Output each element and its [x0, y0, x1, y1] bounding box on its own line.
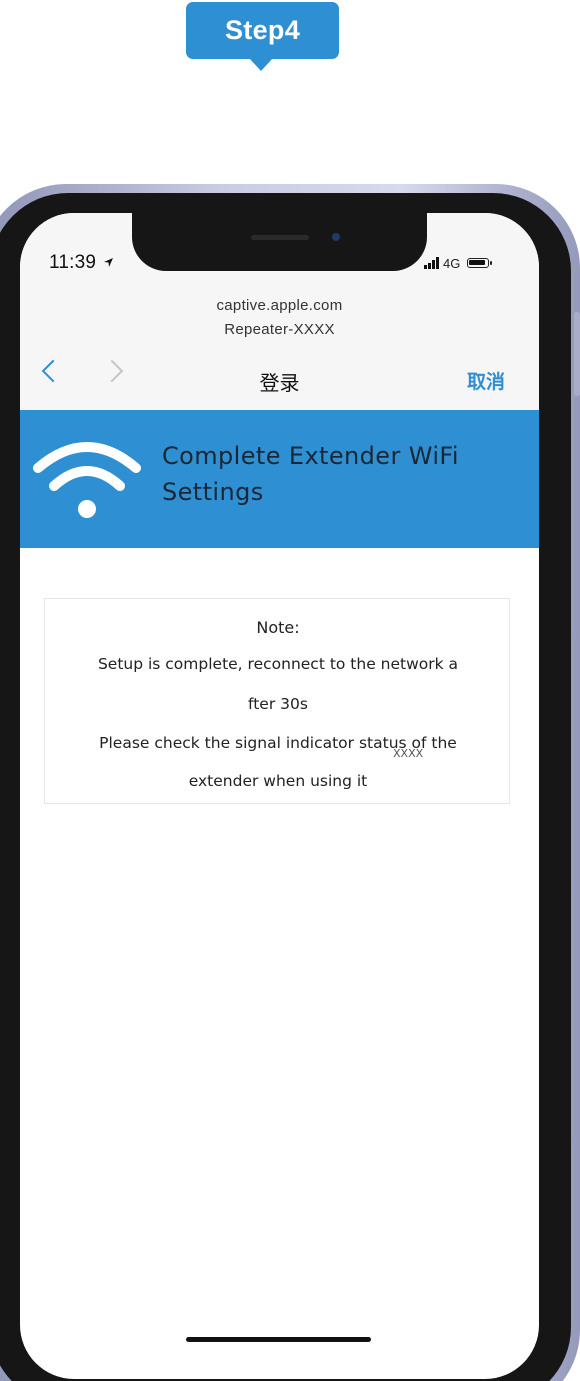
note-line: fter 30s	[248, 695, 308, 713]
side-button	[574, 312, 580, 396]
location-arrow-icon	[103, 258, 113, 268]
step-badge: Step4	[186, 2, 339, 59]
cancel-button[interactable]: 取消	[467, 367, 505, 394]
page-title: 登录	[259, 371, 300, 395]
note-line: Setup is complete, reconnect to the netw…	[97, 655, 459, 673]
network-type: 4G	[443, 255, 461, 271]
note-line: Please check the signal indicator status…	[99, 734, 457, 752]
status-time-text: 11:39	[49, 252, 97, 273]
banner-title: Complete Extender WiFi Settings	[162, 442, 459, 506]
notch	[132, 213, 427, 271]
phone-screen: 11:39 4G captive.apple.com Repeater-XXXX…	[20, 213, 539, 1379]
home-indicator[interactable]	[186, 1337, 371, 1342]
page: Step4 11:39 4G captive.apple.com Repeate…	[0, 0, 580, 1381]
speaker-grille	[251, 235, 309, 240]
status-indicators: 4G	[424, 254, 493, 272]
front-camera	[332, 233, 340, 241]
note-title: Note:	[256, 618, 300, 637]
note-line: extender when using it	[188, 772, 368, 790]
wifi-icon	[33, 442, 141, 518]
masked-text: XXXX	[393, 747, 424, 760]
note-card: Note: Setup is complete, reconnect to th…	[44, 598, 510, 804]
url-network-name: Repeater-XXXX	[224, 321, 335, 338]
battery-icon	[467, 258, 493, 268]
header-banner: Complete Extender WiFi Settings	[20, 410, 539, 548]
status-time: 11:39	[49, 252, 114, 274]
browser-header: 11:39 4G captive.apple.com Repeater-XXXX…	[20, 213, 539, 410]
step-badge-pointer	[249, 58, 273, 71]
cellular-signal-icon	[424, 257, 439, 269]
url-domain: captive.apple.com	[216, 297, 343, 314]
